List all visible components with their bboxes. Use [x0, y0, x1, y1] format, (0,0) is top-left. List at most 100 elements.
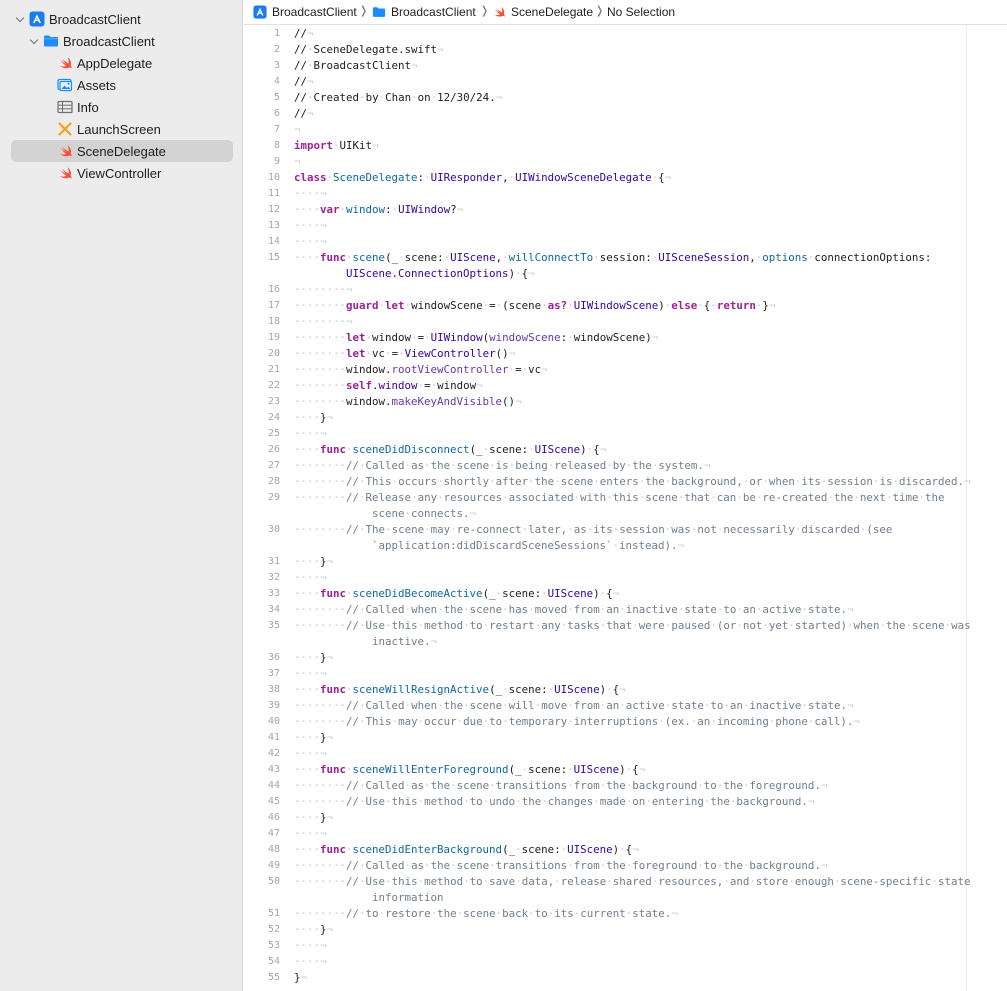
line-number: 34 [267, 604, 280, 615]
line-number: 19 [267, 332, 280, 343]
code-line[interactable]: ····¬ [294, 746, 327, 762]
chevron-down-icon[interactable] [29, 35, 39, 46]
breadcrumb-symbol[interactable]: No Selection [607, 4, 675, 20]
line-number: 53 [267, 940, 280, 951]
code-line[interactable]: ········guard·let·windowScene·=·(scene·a… [294, 298, 775, 314]
code-line-wrap[interactable]: information [294, 890, 444, 906]
swift-icon [494, 6, 505, 17]
code-line[interactable]: }¬ [294, 970, 307, 986]
line-number: 26 [267, 444, 280, 455]
code-line-wrap[interactable]: UIScene.ConnectionOptions)·{¬ [294, 266, 535, 282]
code-line[interactable]: //·BroadcastClient¬ [294, 58, 418, 74]
code-line[interactable]: ····func·sceneWillEnterForeground(_·scen… [294, 762, 645, 778]
code-line[interactable]: ····}¬ [294, 650, 333, 666]
line-number: 29 [267, 492, 280, 503]
code-line[interactable]: ········¬ [294, 282, 353, 298]
navigator-file-row[interactable]: ViewController [11, 162, 233, 184]
code-line[interactable]: ····¬ [294, 826, 327, 842]
navigator-group-row[interactable]: BroadcastClient [11, 30, 233, 52]
code-line[interactable]: ¬ [294, 122, 301, 138]
code-line[interactable]: ····¬ [294, 954, 327, 970]
code-line[interactable]: //·SceneDelegate.swift¬ [294, 42, 444, 58]
breadcrumb-folder[interactable]: BroadcastClient [372, 4, 476, 20]
project-navigator: BroadcastClient BroadcastClient AppDeleg… [0, 0, 243, 991]
line-number: 39 [267, 700, 280, 711]
line-number: 13 [267, 220, 280, 231]
code-line[interactable]: ········let·vc·=·ViewController()¬ [294, 346, 515, 362]
code-line[interactable]: ····}¬ [294, 410, 333, 426]
code-line[interactable]: ····}¬ [294, 554, 333, 570]
code-line-wrap[interactable]: inactive.¬ [294, 634, 437, 650]
editor-minimap-divider [966, 26, 967, 991]
line-number: 28 [267, 476, 280, 487]
code-line[interactable]: ········//·This·occurs·shortly·after·the… [294, 474, 971, 490]
code-line[interactable]: ········//·Use·this·method·to·save·data,… [294, 874, 970, 890]
code-line[interactable]: ········//·Called·as·the·scene·is·being·… [294, 458, 710, 474]
navigator-file-row[interactable]: Assets [11, 74, 233, 96]
code-line[interactable]: ····}¬ [294, 810, 333, 826]
line-number: 7 [273, 124, 280, 135]
code-line[interactable]: ········//·Called·when·the·scene·will·mo… [294, 698, 853, 714]
breadcrumb-folder-label: BroadcastClient [391, 5, 476, 19]
line-number: 35 [267, 620, 280, 631]
line-number: 2 [273, 44, 280, 55]
code-line[interactable]: import·UIKit¬ [294, 138, 379, 154]
line-number: 24 [267, 412, 280, 423]
code-line[interactable]: ····func·scene(_·scene:·UIScene,·willCon… [294, 250, 931, 266]
line-number: 20 [267, 348, 280, 359]
code-line-wrap[interactable]: scene·connects.¬ [294, 506, 476, 522]
chevron-down-icon[interactable] [15, 13, 25, 24]
code-line[interactable]: ········//·Release·any·resources·associa… [294, 490, 945, 506]
code-line[interactable]: ····¬ [294, 666, 327, 682]
navigator-file-label: Info [77, 100, 99, 115]
line-number: 42 [267, 748, 280, 759]
breadcrumb-file[interactable]: SceneDelegate [492, 4, 593, 20]
code-line[interactable]: ¬ [294, 154, 301, 170]
code-line[interactable]: //¬ [294, 26, 314, 42]
navigator-file-row-selected[interactable]: SceneDelegate [11, 140, 233, 162]
code-line[interactable]: ····func·sceneDidBecomeActive(_·scene:·U… [294, 586, 619, 602]
code-line[interactable]: ········let·window·=·UIWindow(windowScen… [294, 330, 658, 346]
line-number-gutter: 1 2 3 4 5 6 7 8 9 10 11 12 13 14 15 16 17 18 19 20 21 22 23 24 2… [244, 26, 286, 991]
code-line[interactable]: ········¬ [294, 314, 353, 330]
code-line[interactable]: ····}¬ [294, 922, 333, 938]
code-line[interactable]: ····func·sceneWillResignActive(_·scene:·… [294, 682, 626, 698]
code-line[interactable]: ····func·sceneDidDisconnect(_·scene:·UIS… [294, 442, 606, 458]
navigator-file-row[interactable]: AppDelegate [11, 52, 233, 74]
swift-icon [59, 57, 72, 69]
navigator-file-row[interactable]: Info [11, 96, 233, 118]
code-line[interactable]: ········window.rootViewController·=·vc¬ [294, 362, 548, 378]
code-line[interactable]: ····¬ [294, 570, 327, 586]
code-line[interactable]: ····¬ [294, 938, 327, 954]
code-line[interactable]: ········//·Called·when·the·scene·has·mov… [294, 602, 853, 618]
code-line[interactable]: ········//·Use·this·method·to·restart·an… [294, 618, 971, 634]
code-line[interactable]: ········window.makeKeyAndVisible()¬ [294, 394, 522, 410]
code-line[interactable]: ········//·Called·as·the·scene·transitio… [294, 778, 827, 794]
code-line[interactable]: ····¬ [294, 426, 327, 442]
code-line[interactable]: ····func·sceneDidEnterBackground(_·scene… [294, 842, 639, 858]
code-line[interactable]: ········//·Called·as·the·scene·transitio… [294, 858, 827, 874]
code-line-wrap[interactable]: `application:didDiscardSceneSessions`·in… [294, 538, 684, 554]
line-number: 55 [267, 972, 280, 983]
navigator-project-row[interactable]: BroadcastClient [11, 8, 233, 30]
line-number: 15 [267, 252, 280, 263]
code-line[interactable]: ····¬ [294, 218, 327, 234]
line-number: 12 [267, 204, 280, 215]
code-line[interactable]: ········//·The·scene·may·re-connect·late… [294, 522, 892, 538]
code-line[interactable]: ····¬ [294, 186, 327, 202]
code-line[interactable]: ········self.window·=·window¬ [294, 378, 483, 394]
breadcrumb-project[interactable]: BroadcastClient [253, 4, 357, 20]
line-number: 50 [267, 876, 280, 887]
code-line[interactable]: //¬ [294, 74, 314, 90]
navigator-file-row[interactable]: LaunchScreen [11, 118, 233, 140]
code-line[interactable]: //·Created·by·Chan·on·12/30/24.¬ [294, 90, 502, 106]
line-number: 17 [267, 300, 280, 311]
code-line[interactable]: ········//·Use·this·method·to·undo·the·c… [294, 794, 814, 810]
code-line[interactable]: class·SceneDelegate:·UIResponder,·UIWind… [294, 170, 671, 186]
code-line[interactable]: //¬ [294, 106, 314, 122]
code-line[interactable]: ····¬ [294, 234, 327, 250]
code-line[interactable]: ········//·This·may·occur·due·to·tempora… [294, 714, 860, 730]
code-line[interactable]: ····var·window:·UIWindow?¬ [294, 202, 463, 218]
code-line[interactable]: ····}¬ [294, 730, 333, 746]
code-line[interactable]: ········//·to·restore·the·scene·back·to·… [294, 906, 678, 922]
